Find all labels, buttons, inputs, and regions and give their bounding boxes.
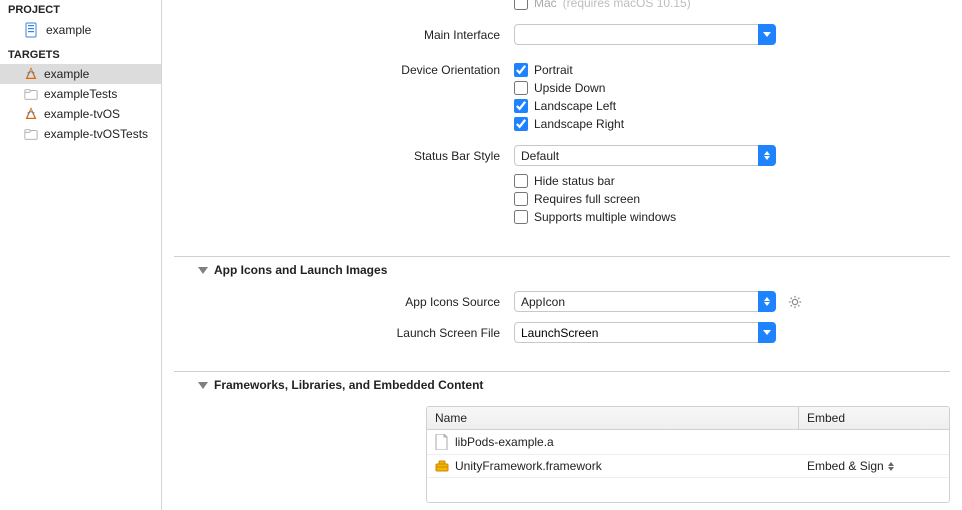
targets-header: TARGETS [0,47,161,64]
frameworks-row-embed: Embed & Sign [807,459,884,473]
target-item-label: example [44,67,89,81]
frameworks-row-unityframework[interactable]: UnityFramework.framework Embed & Sign [427,455,949,478]
target-item-example-tests[interactable]: exampleTests [0,84,161,104]
disclosure-triangle-icon[interactable] [198,267,208,274]
status-bar-style-row: Status Bar Style Default [174,145,950,166]
mac-checkbox-row: Mac (requires macOS 10.15) [174,0,950,10]
app-icons-section: App Icons and Launch Images App Icons So… [174,256,950,343]
app-icons-source-row: App Icons Source AppIcon [174,291,950,312]
launch-screen-input[interactable] [515,323,775,342]
hide-status-bar-label: Hide status bar [534,174,615,188]
target-item-example[interactable]: example [0,64,161,84]
supports-multiple-windows[interactable]: Supports multiple windows [514,210,676,224]
project-header: PROJECT [0,2,161,19]
requires-full-screen[interactable]: Requires full screen [514,192,676,206]
orientation-landscape-left-checkbox[interactable] [514,99,528,113]
app-icons-section-header[interactable]: App Icons and Launch Images [198,263,950,277]
target-item-label: example-tvOS [44,107,120,121]
status-bar-style-label: Status Bar Style [174,149,514,163]
main-interface-row: Main Interface [174,24,950,45]
mac-note: (requires macOS 10.15) [563,0,691,10]
hide-status-bar-checkbox[interactable] [514,174,528,188]
launch-screen-combo[interactable] [514,322,776,343]
project-item-label: example [46,23,91,37]
frameworks-section-title: Frameworks, Libraries, and Embedded Cont… [214,378,483,392]
frameworks-row-name: UnityFramework.framework [455,459,602,473]
target-item-label: exampleTests [44,87,117,101]
supports-multiple-windows-label: Supports multiple windows [534,210,676,224]
sidebar: PROJECT example TARGETS example exampleT… [0,0,162,510]
orientation-upside-down-checkbox[interactable] [514,81,528,95]
device-orientation-label: Device Orientation [174,63,514,77]
main-interface-combo[interactable] [514,24,776,45]
hide-status-bar[interactable]: Hide status bar [514,174,676,188]
folder-icon [24,87,38,101]
orientation-upside-down[interactable]: Upside Down [514,81,624,95]
requires-full-screen-checkbox[interactable] [514,192,528,206]
status-bar-options-stack: Hide status bar Requires full screen Sup… [514,174,676,228]
launch-screen-row: Launch Screen File [174,322,950,343]
xcodeproj-icon [24,22,40,38]
orientation-landscape-right-label: Landscape Right [534,117,624,131]
frameworks-row-name: libPods-example.a [455,435,554,449]
frameworks-table-header: Name Embed [427,407,949,430]
orientation-landscape-right-checkbox[interactable] [514,117,528,131]
app-icons-source-label: App Icons Source [174,295,514,309]
app-a-icon [24,107,38,121]
folder-icon [24,127,38,141]
frameworks-row-empty [427,478,949,502]
orientation-portrait-label: Portrait [534,63,573,77]
project-item-example[interactable]: example [0,19,161,41]
main-interface-input[interactable] [515,25,775,44]
orientation-upside-down-label: Upside Down [534,81,605,95]
orientation-landscape-left-label: Landscape Left [534,99,616,113]
orientation-portrait[interactable]: Portrait [514,63,624,77]
disclosure-triangle-icon[interactable] [198,382,208,389]
app-a-icon [24,67,38,81]
app-icons-gear-button[interactable] [788,295,802,309]
dropdown-arrow-icon[interactable] [758,322,776,343]
status-bar-style-value: Default [521,149,559,163]
mac-checkbox[interactable] [514,0,528,10]
frameworks-embed-select[interactable]: Embed & Sign [799,455,949,477]
frameworks-section: Frameworks, Libraries, and Embedded Cont… [174,371,950,510]
target-item-example-tvos[interactable]: example-tvOS [0,104,161,124]
requires-full-screen-label: Requires full screen [534,192,640,206]
target-item-example-tvos-tests[interactable]: example-tvOSTests [0,124,161,144]
app-icons-source-select[interactable]: AppIcon [514,291,776,312]
updown-arrows-icon [888,462,894,471]
dropdown-arrow-icon[interactable] [758,24,776,45]
supports-multiple-windows-checkbox[interactable] [514,210,528,224]
updown-arrows-icon[interactable] [758,145,776,166]
mac-label: Mac [534,0,557,10]
frameworks-section-header[interactable]: Frameworks, Libraries, and Embedded Cont… [198,378,950,392]
device-orientation-row: Device Orientation Portrait Upside Down … [174,63,950,135]
frameworks-table: Name Embed libPods-example.a [426,406,950,503]
launch-screen-label: Launch Screen File [174,326,514,340]
orientation-portrait-checkbox[interactable] [514,63,528,77]
library-file-icon [435,434,449,450]
orientation-landscape-right[interactable]: Landscape Right [514,117,624,131]
updown-arrows-icon[interactable] [758,291,776,312]
frameworks-row-libpods[interactable]: libPods-example.a [427,430,949,455]
main-panel: Mac (requires macOS 10.15) Main Interfac… [162,0,962,510]
status-bar-style-select[interactable]: Default [514,145,776,166]
frameworks-col-embed[interactable]: Embed [799,407,949,429]
status-bar-options-row: Hide status bar Requires full screen Sup… [174,174,950,228]
orientation-landscape-left[interactable]: Landscape Left [514,99,624,113]
frameworks-col-name[interactable]: Name [427,407,799,429]
device-orientation-stack: Portrait Upside Down Landscape Left Land… [514,63,624,135]
main-interface-label: Main Interface [174,28,514,42]
framework-toolbox-icon [435,459,449,473]
app-icons-source-value: AppIcon [521,295,565,309]
target-item-label: example-tvOSTests [44,127,148,141]
app-icons-section-title: App Icons and Launch Images [214,263,387,277]
